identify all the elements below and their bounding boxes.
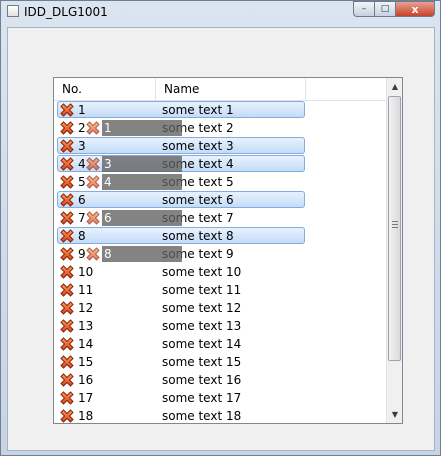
row-name: some text 8 [162,229,234,243]
row-number: 12 [78,301,94,315]
ghost-x-icon [85,120,101,136]
list-header: No. Name [54,78,387,101]
row-name: some text 15 [162,355,242,369]
drag-ghost-image: 6 [102,210,182,226]
row-number: 11 [78,283,94,297]
list-row[interactable]: 1 some text 1 [54,101,387,119]
drag-ghost-image: 4 [102,174,182,190]
column-header-name[interactable]: Name [156,78,306,100]
dialog-window: IDD_DLG1001 – □ x No. Name 1 some text 12… [0,0,441,456]
row-name: some text 13 [162,319,242,333]
scroll-thumb[interactable] [388,96,401,361]
list-row[interactable]: 13 some text 13 [54,317,387,335]
row-number: 6 [78,193,86,207]
vertical-scrollbar[interactable]: ▲ ▼ [386,78,402,423]
row-number: 3 [78,139,86,153]
red-x-icon [59,336,75,352]
list-row[interactable]: 7 some text 76 [54,209,387,227]
red-x-icon [59,264,75,280]
row-name: some text 11 [162,283,242,297]
drag-ghost-image: 1 [102,120,182,136]
thumb-grip-icon [392,221,398,228]
column-header-no[interactable]: No. [54,78,156,100]
row-number: 10 [78,265,94,279]
list-row[interactable]: 11 some text 11 [54,281,387,299]
maximize-button[interactable]: □ [374,1,395,17]
row-name: some text 6 [162,193,234,207]
list-row[interactable]: 16 some text 16 [54,371,387,389]
list-row[interactable]: 17 some text 17 [54,389,387,407]
red-x-icon [59,120,75,136]
red-x-icon [59,228,75,244]
list-row[interactable]: 18 some text 18 [54,407,387,424]
list-row[interactable]: 3 some text 3 [54,137,387,155]
app-icon [7,5,19,17]
red-x-icon [59,246,75,262]
list-row[interactable]: 12 some text 12 [54,299,387,317]
red-x-icon [59,102,75,118]
ghost-x-icon [85,174,101,190]
red-x-icon [59,174,75,190]
scroll-up-button[interactable]: ▲ [387,78,402,95]
red-x-icon [59,372,75,388]
drag-ghost-image: 8 [102,246,182,262]
minimize-button[interactable]: – [353,1,374,17]
caption-buttons: – □ x [353,1,435,17]
list-row[interactable]: 14 some text 14 [54,335,387,353]
ghost-x-icon [85,246,101,262]
red-x-icon [59,390,75,406]
row-number: 18 [78,409,94,423]
row-name: some text 3 [162,139,234,153]
ghost-number: 6 [104,211,112,225]
title-bar[interactable]: IDD_DLG1001 – □ x [1,1,440,23]
row-number: 14 [78,337,94,351]
close-button[interactable]: x [395,1,435,17]
list-row[interactable]: 10 some text 10 [54,263,387,281]
row-number: 17 [78,391,94,405]
list-row[interactable]: 2 some text 21 [54,119,387,137]
row-number: 15 [78,355,94,369]
ghost-number: 4 [104,175,112,189]
ghost-number: 1 [104,121,112,135]
red-x-icon [59,300,75,316]
ghost-number: 3 [104,157,112,171]
list-row[interactable]: 6 some text 6 [54,191,387,209]
list-row[interactable]: 8 some text 8 [54,227,387,245]
row-number: 8 [78,229,86,243]
row-name: some text 10 [162,265,242,279]
row-name: some text 14 [162,337,242,351]
row-name: some text 16 [162,373,242,387]
row-name: some text 1 [162,103,234,117]
red-x-icon [59,282,75,298]
drag-ghost-image: 3 [102,156,182,172]
red-x-icon [59,354,75,370]
list-row[interactable]: 15 some text 15 [54,353,387,371]
row-number: 16 [78,373,94,387]
row-number: 13 [78,319,94,333]
ghost-number: 8 [104,247,112,261]
row-name: some text 12 [162,301,242,315]
ghost-x-icon [85,210,101,226]
red-x-icon [59,318,75,334]
ghost-x-icon [85,156,101,172]
window-title: IDD_DLG1001 [24,5,108,19]
list-row[interactable]: 5 some text 54 [54,173,387,191]
list-view[interactable]: No. Name 1 some text 1 2 some text 2 1 3 some … [53,77,403,424]
red-x-icon [59,156,75,172]
list-row[interactable]: 4 some text 43 [54,155,387,173]
red-x-icon [59,138,75,154]
red-x-icon [59,210,75,226]
row-number: 1 [78,103,86,117]
list-row[interactable]: 9 some text 98 [54,245,387,263]
red-x-icon [59,408,75,424]
row-name: some text 18 [162,409,242,423]
scroll-down-button[interactable]: ▼ [387,406,402,423]
red-x-icon [59,192,75,208]
row-name: some text 17 [162,391,242,405]
